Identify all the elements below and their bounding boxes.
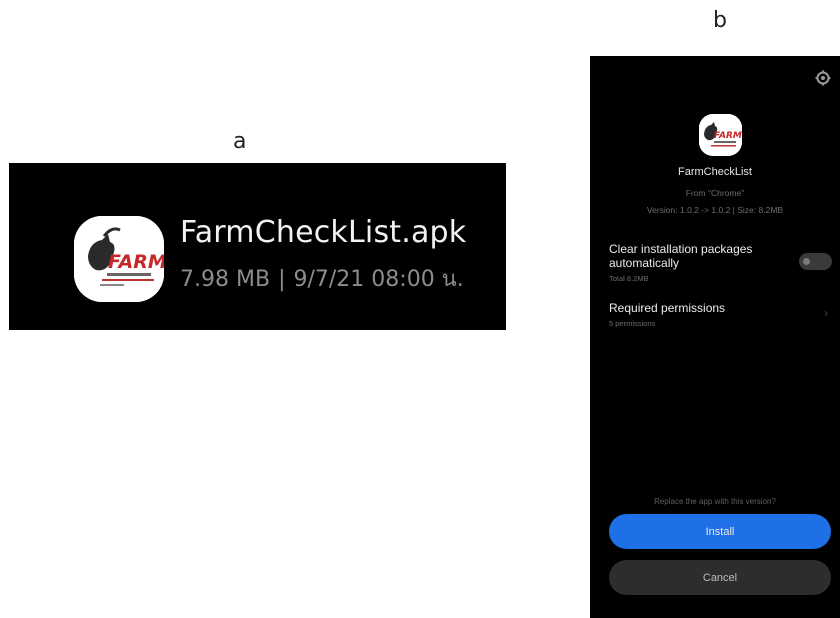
file-name: FarmCheckList.apk (180, 215, 467, 250)
downloaded-file-card[interactable]: FARM FarmCheckList.apk 7.98 MB | 9/7/21 08… (9, 163, 506, 330)
farm-logo-text: FARM (108, 251, 164, 273)
install-button[interactable]: Install (609, 514, 831, 549)
meta-separator: | (278, 267, 286, 292)
app-icon: FARM (699, 114, 742, 156)
install-source: From "Chrome" (685, 188, 745, 198)
version-info: Version: 1.0.2 -> 1.0.2 | Size: 8.2MB (646, 205, 784, 215)
toggle-knob (803, 258, 810, 265)
installer-screen: FARM FarmCheckList From "Chrome" Version… (590, 56, 840, 618)
file-size: 7.98 MB (180, 267, 271, 292)
app-name: FarmCheckList (678, 166, 752, 178)
farm-logo-icon: FARM (74, 216, 164, 302)
file-meta: 7.98 MB | 9/7/21 08:00 น. (180, 261, 464, 296)
file-date: 9/7/21 08:00 น. (293, 267, 464, 292)
permissions-title: Required permissions (609, 301, 726, 315)
panel-label-b: b (713, 8, 727, 33)
clear-packages-title-1: Clear installation packages (609, 242, 753, 256)
panel-label-a: a (233, 129, 247, 154)
clear-packages-subtitle: Total 8.2MB (609, 274, 649, 283)
cancel-button[interactable]: Cancel (609, 560, 831, 595)
chevron-right-icon: › (824, 306, 828, 320)
clear-packages-title-2: automatically (609, 256, 680, 270)
clear-packages-toggle[interactable] (799, 253, 832, 270)
app-icon-logo-text: FARM (714, 131, 742, 141)
settings-icon[interactable] (815, 70, 831, 86)
permissions-subtitle: 5 permissions (609, 319, 656, 328)
replace-prompt: Replace the app with this version? (654, 497, 776, 506)
